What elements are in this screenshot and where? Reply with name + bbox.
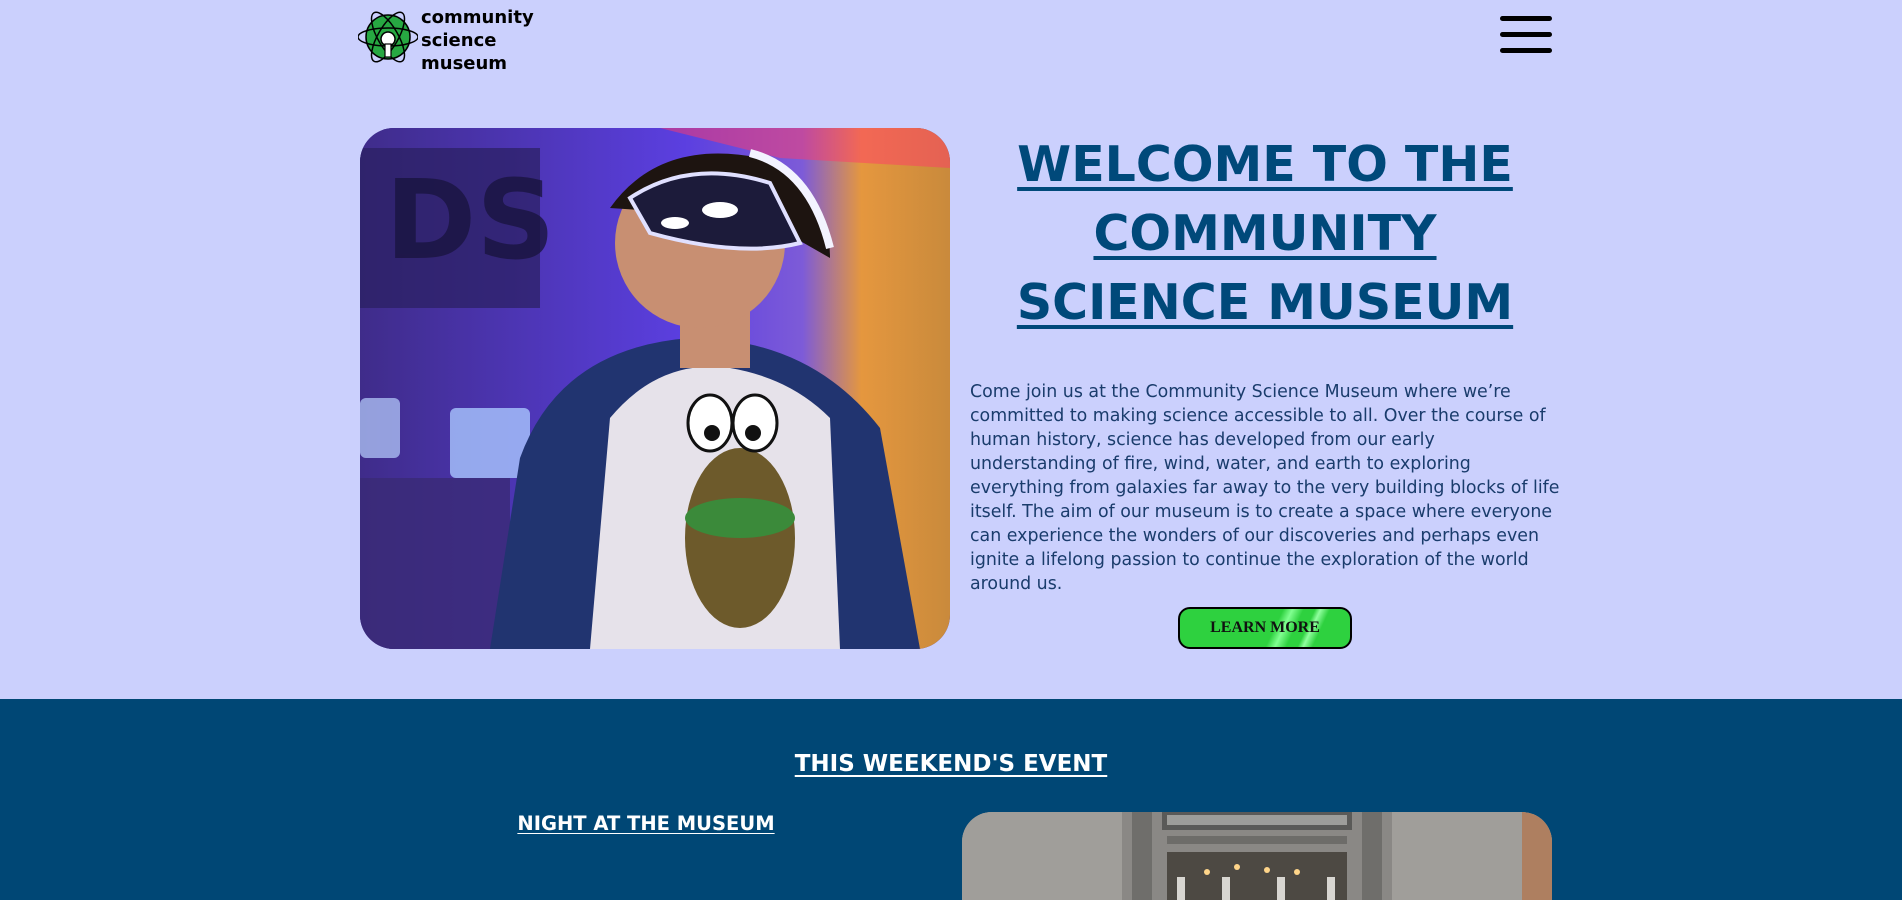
vr-headset-photo: DS [360, 128, 950, 649]
logo-line: community [421, 7, 534, 28]
hero-description: Come join us at the Community Science Mu… [970, 382, 1560, 594]
menu-bar [1500, 48, 1552, 53]
hamburger-menu-icon[interactable] [1500, 14, 1552, 56]
svg-text:DS: DS [385, 156, 556, 284]
hero-image: DS [360, 128, 950, 649]
logo-text: community science museum [421, 6, 534, 75]
site-header: community science museum [0, 0, 1902, 80]
atom-logo-icon [358, 11, 418, 63]
learn-more-button[interactable]: LEARN MORE [1178, 607, 1352, 649]
logo-line: museum [421, 53, 508, 74]
event-image [962, 812, 1552, 900]
event-heading: THIS WEEKEND'S EVENT [794, 751, 1108, 777]
hero-title: WELCOME TO THE COMMUNITY SCIENCE MUSEUM [1016, 136, 1514, 331]
museum-hall-photo [962, 812, 1552, 900]
event-title[interactable]: NIGHT AT THE MUSEUM [360, 812, 932, 835]
menu-bar [1500, 16, 1552, 21]
site-logo[interactable]: community science museum [358, 4, 534, 75]
menu-bar [1500, 32, 1552, 37]
logo-line: science [421, 30, 497, 51]
weekend-event-section: THIS WEEKEND'S EVENT NIGHT AT THE MUSEUM [0, 699, 1902, 900]
